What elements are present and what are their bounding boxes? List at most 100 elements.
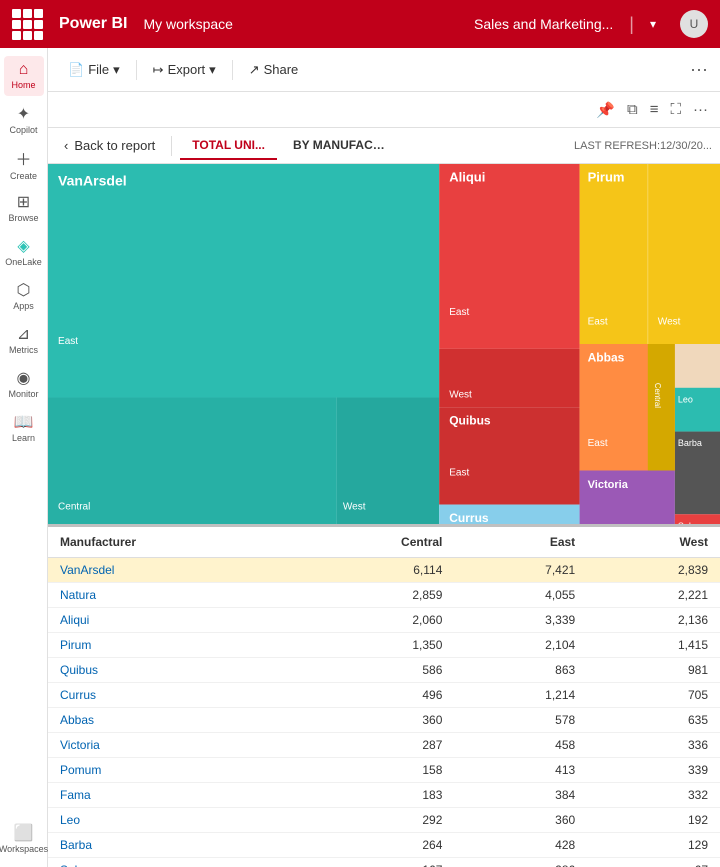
treemap-fama-top[interactable] bbox=[675, 344, 720, 388]
title-divider: | bbox=[629, 14, 634, 35]
refresh-label: LAST REFRESH:12/30/20... bbox=[574, 140, 712, 152]
treemap-vanarsdel-bottom[interactable] bbox=[48, 398, 337, 524]
share-label: Share bbox=[264, 62, 299, 77]
title-chevron-icon[interactable]: ▾ bbox=[650, 17, 656, 31]
cell-manufacturer: Abbas bbox=[48, 708, 294, 733]
table-row[interactable]: Quibus586863981 bbox=[48, 658, 720, 683]
cell-east: 1,214 bbox=[454, 683, 587, 708]
cell-east: 360 bbox=[454, 808, 587, 833]
cell-central: 183 bbox=[294, 783, 455, 808]
table-row[interactable]: Aliqui2,0603,3392,136 bbox=[48, 608, 720, 633]
table-row[interactable]: Salvus16728667 bbox=[48, 858, 720, 867]
cell-central: 2,859 bbox=[294, 583, 455, 608]
user-avatar[interactable]: U bbox=[680, 10, 708, 38]
cell-west: 705 bbox=[587, 683, 720, 708]
back-to-report-button[interactable]: ‹ Back to report bbox=[56, 134, 163, 157]
sidebar-label-home: Home bbox=[11, 81, 35, 91]
onelake-icon: ◈ bbox=[17, 236, 29, 256]
export-button[interactable]: ↦ Export ▾ bbox=[145, 58, 224, 82]
share-button[interactable]: ↗ Share bbox=[241, 58, 307, 82]
expand-icon[interactable]: ⛶ bbox=[670, 101, 681, 118]
cell-west: 339 bbox=[587, 758, 720, 783]
copilot-icon: ✦ bbox=[17, 104, 30, 124]
learn-icon: 📖 bbox=[14, 412, 34, 432]
copy-icon[interactable]: ⧉ bbox=[627, 101, 638, 118]
sidebar-label-create: Create bbox=[10, 172, 37, 182]
cell-central: 360 bbox=[294, 708, 455, 733]
cell-west: 1,415 bbox=[587, 633, 720, 658]
pin-icon[interactable]: 📌 bbox=[596, 101, 615, 119]
table-row[interactable]: Victoria287458336 bbox=[48, 733, 720, 758]
cell-central: 6,114 bbox=[294, 558, 455, 583]
table-row[interactable]: Fama183384332 bbox=[48, 783, 720, 808]
cell-manufacturer: Fama bbox=[48, 783, 294, 808]
table-row[interactable]: Natura2,8594,0552,221 bbox=[48, 583, 720, 608]
sidebar-item-metrics[interactable]: ⊿ Metrics bbox=[4, 320, 44, 360]
sidebar-item-home[interactable]: ⌂ Home bbox=[4, 56, 44, 96]
svg-text:Abbas: Abbas bbox=[588, 351, 625, 365]
svg-text:Salvus: Salvus bbox=[678, 521, 706, 524]
sidebar-item-monitor[interactable]: ◉ Monitor bbox=[4, 364, 44, 404]
table-row[interactable]: Pomum158413339 bbox=[48, 758, 720, 783]
cell-east: 384 bbox=[454, 783, 587, 808]
sidebar-item-workspaces[interactable]: ⬜ Workspaces bbox=[4, 819, 44, 859]
cell-central: 167 bbox=[294, 858, 455, 867]
sidebar: ⌂ Home ✦ Copilot ＋ Create ⊞ Browse ◈ One… bbox=[0, 48, 48, 867]
file-button[interactable]: 📄 File ▾ bbox=[60, 58, 128, 82]
sidebar-item-apps[interactable]: ⬡ Apps bbox=[4, 276, 44, 316]
sidebar-item-create[interactable]: ＋ Create bbox=[4, 144, 44, 184]
table-row[interactable]: Pirum1,3502,1041,415 bbox=[48, 633, 720, 658]
cell-manufacturer: VanArsdel bbox=[48, 558, 294, 583]
cell-east: 286 bbox=[454, 858, 587, 867]
treemap-chart[interactable]: VanArsdel East Central West Natura East … bbox=[48, 164, 720, 524]
sidebar-item-copilot[interactable]: ✦ Copilot bbox=[4, 100, 44, 140]
cell-east: 578 bbox=[454, 708, 587, 733]
cell-central: 287 bbox=[294, 733, 455, 758]
report-title: Sales and Marketing... bbox=[474, 16, 613, 32]
toolbar-more-icon[interactable]: ··· bbox=[690, 59, 708, 80]
sidebar-label-copilot: Copilot bbox=[9, 126, 37, 136]
home-icon: ⌂ bbox=[19, 61, 29, 79]
cell-manufacturer: Pomum bbox=[48, 758, 294, 783]
sidebar-label-apps: Apps bbox=[13, 302, 34, 312]
table-row[interactable]: VanArsdel6,1147,4212,839 bbox=[48, 558, 720, 583]
app-menu-icon[interactable] bbox=[12, 9, 43, 40]
cell-central: 586 bbox=[294, 658, 455, 683]
main-content: 📄 File ▾ ↦ Export ▾ ↗ Share ··· 📌 ⧉ ≡ ⛶ … bbox=[48, 48, 720, 867]
col-header-manufacturer: Manufacturer bbox=[48, 527, 294, 558]
treemap-aliqui[interactable] bbox=[439, 164, 579, 349]
table-row[interactable]: Leo292360192 bbox=[48, 808, 720, 833]
sidebar-item-learn[interactable]: 📖 Learn bbox=[4, 408, 44, 448]
cell-west: 192 bbox=[587, 808, 720, 833]
toolbar-divider-1 bbox=[136, 60, 137, 80]
svg-text:Currus: Currus bbox=[449, 511, 489, 524]
cell-manufacturer: Currus bbox=[48, 683, 294, 708]
cell-central: 158 bbox=[294, 758, 455, 783]
workspace-label[interactable]: My workspace bbox=[143, 16, 232, 32]
table-row[interactable]: Abbas360578635 bbox=[48, 708, 720, 733]
cell-central: 2,060 bbox=[294, 608, 455, 633]
cell-east: 7,421 bbox=[454, 558, 587, 583]
table-row[interactable]: Barba264428129 bbox=[48, 833, 720, 858]
sidebar-label-learn: Learn bbox=[12, 434, 35, 444]
table-row[interactable]: Currus4961,214705 bbox=[48, 683, 720, 708]
icon-bar: 📌 ⧉ ≡ ⛶ ··· bbox=[48, 92, 720, 128]
cell-west: 635 bbox=[587, 708, 720, 733]
create-icon: ＋ bbox=[15, 146, 31, 170]
file-icon: 📄 bbox=[68, 62, 84, 78]
toolbar: 📄 File ▾ ↦ Export ▾ ↗ Share ··· bbox=[48, 48, 720, 92]
svg-text:East: East bbox=[449, 307, 469, 318]
cell-east: 2,104 bbox=[454, 633, 587, 658]
svg-text:West: West bbox=[343, 502, 366, 513]
more-options-icon[interactable]: ··· bbox=[693, 101, 708, 118]
svg-text:East: East bbox=[58, 336, 78, 347]
cell-east: 4,055 bbox=[454, 583, 587, 608]
svg-text:Quibus: Quibus bbox=[449, 414, 491, 428]
cell-east: 3,339 bbox=[454, 608, 587, 633]
sidebar-item-browse[interactable]: ⊞ Browse bbox=[4, 188, 44, 228]
filter-icon[interactable]: ≡ bbox=[650, 101, 659, 118]
tab-by-manufacturer[interactable]: BY MANUFACTURER ... bbox=[281, 132, 401, 160]
tab-total-units[interactable]: TOTAL UNI... bbox=[180, 132, 277, 160]
treemap-vanarsdel[interactable] bbox=[48, 164, 439, 398]
sidebar-item-onelake[interactable]: ◈ OneLake bbox=[4, 232, 44, 272]
